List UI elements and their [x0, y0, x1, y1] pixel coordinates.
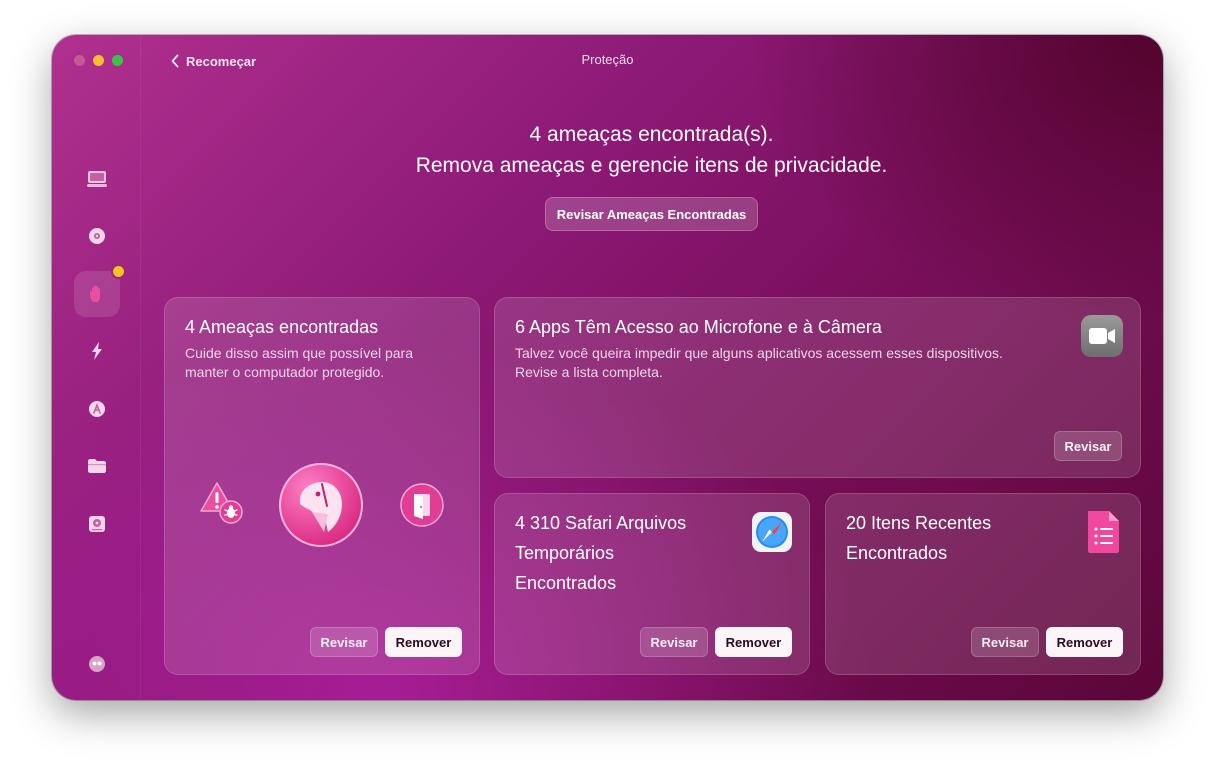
sidebar-assistant[interactable]: [74, 641, 120, 687]
sidebar-item-speed[interactable]: [74, 328, 120, 374]
mic-camera-card-title: 6 Apps Têm Acesso ao Microfone e à Câmer…: [515, 317, 882, 337]
headline-line-2: Remova ameaças e gerencie itens de priva…: [415, 154, 888, 177]
malware-warning-icon: [200, 482, 243, 524]
facetime-camera-icon: [1081, 315, 1123, 357]
notification-badge: [111, 264, 126, 279]
app-window: Recomeçar Proteção 4 ameaças encontrada(…: [52, 35, 1163, 700]
threats-card: 4 Ameaças encontradas Cuide disso assim …: [164, 297, 480, 675]
disc-icon: [89, 228, 105, 244]
recent-document-icon: [1088, 511, 1119, 553]
safari-card-title: 4 310 Safari Arquivos Temporários Encont…: [515, 508, 686, 598]
page-headline: 4 ameaças encontrada(s). Remova ameaças …: [140, 119, 1163, 181]
disk-icon: [89, 516, 105, 532]
assistant-icon: [89, 656, 105, 672]
folder-icon: [88, 459, 106, 473]
sidebar-item-disc[interactable]: [74, 213, 120, 259]
threats-review-button[interactable]: Revisar: [310, 627, 378, 657]
threats-card-title: 4 Ameaças encontradas: [185, 317, 379, 337]
recent-review-button[interactable]: Revisar: [971, 627, 1039, 657]
threats-card-description: Cuide disso assim que possível para mant…: [185, 345, 414, 380]
sidebar-item-disk[interactable]: [74, 501, 120, 547]
safari-icon: [752, 512, 792, 552]
review-threats-button[interactable]: Revisar Ameaças Encontradas: [545, 197, 758, 231]
door-icon: [400, 483, 444, 527]
mic-camera-description-line-1: Talvez você queira impedir que alguns ap…: [515, 345, 1003, 361]
sidebar-item-cleanup[interactable]: [74, 156, 120, 202]
sidebar-item-apps[interactable]: [74, 386, 120, 432]
sidebar: [52, 35, 141, 700]
headline-line-1: 4 ameaças encontrada(s).: [529, 123, 774, 146]
window-title: Proteção: [581, 52, 634, 67]
safari-title-line-1: 4 310 Safari Arquivos: [515, 513, 687, 533]
threats-remove-button[interactable]: Remover: [385, 627, 462, 657]
safari-remove-button[interactable]: Remover: [715, 627, 792, 657]
mic-camera-card: 6 Apps Têm Acesso ao Microfone e à Câmer…: [494, 297, 1141, 478]
sidebar-item-protection[interactable]: [74, 264, 126, 317]
apps-icon: [89, 401, 105, 417]
mic-camera-review-button[interactable]: Revisar: [1054, 431, 1122, 461]
lightning-icon: [92, 342, 102, 360]
safari-title-line-3: Encontrados: [515, 573, 617, 593]
recent-title-line-2: Encontrados: [846, 543, 948, 563]
safari-title-line-2: Temporários: [515, 543, 615, 563]
recent-remove-button[interactable]: Remover: [1046, 627, 1123, 657]
protection-shield-icon: [279, 463, 363, 547]
safari-temp-files-card: 4 310 Safari Arquivos Temporários Encont…: [494, 493, 810, 675]
recent-card-title: 20 Itens Recentes Encontrados: [846, 508, 991, 568]
recent-title-line-1: 20 Itens Recentes: [846, 513, 992, 533]
hand-icon: [90, 285, 100, 302]
recent-items-card: 20 Itens Recentes Encontrados Revisar Re…: [825, 493, 1141, 675]
safari-review-button[interactable]: Revisar: [640, 627, 708, 657]
sidebar-item-files[interactable]: [74, 443, 120, 489]
mic-camera-card-description: Talvez você queira impedir que alguns ap…: [515, 344, 1003, 382]
monitor-icon: [87, 171, 107, 187]
mic-camera-description-line-2: Revise a lista completa.: [515, 364, 663, 380]
